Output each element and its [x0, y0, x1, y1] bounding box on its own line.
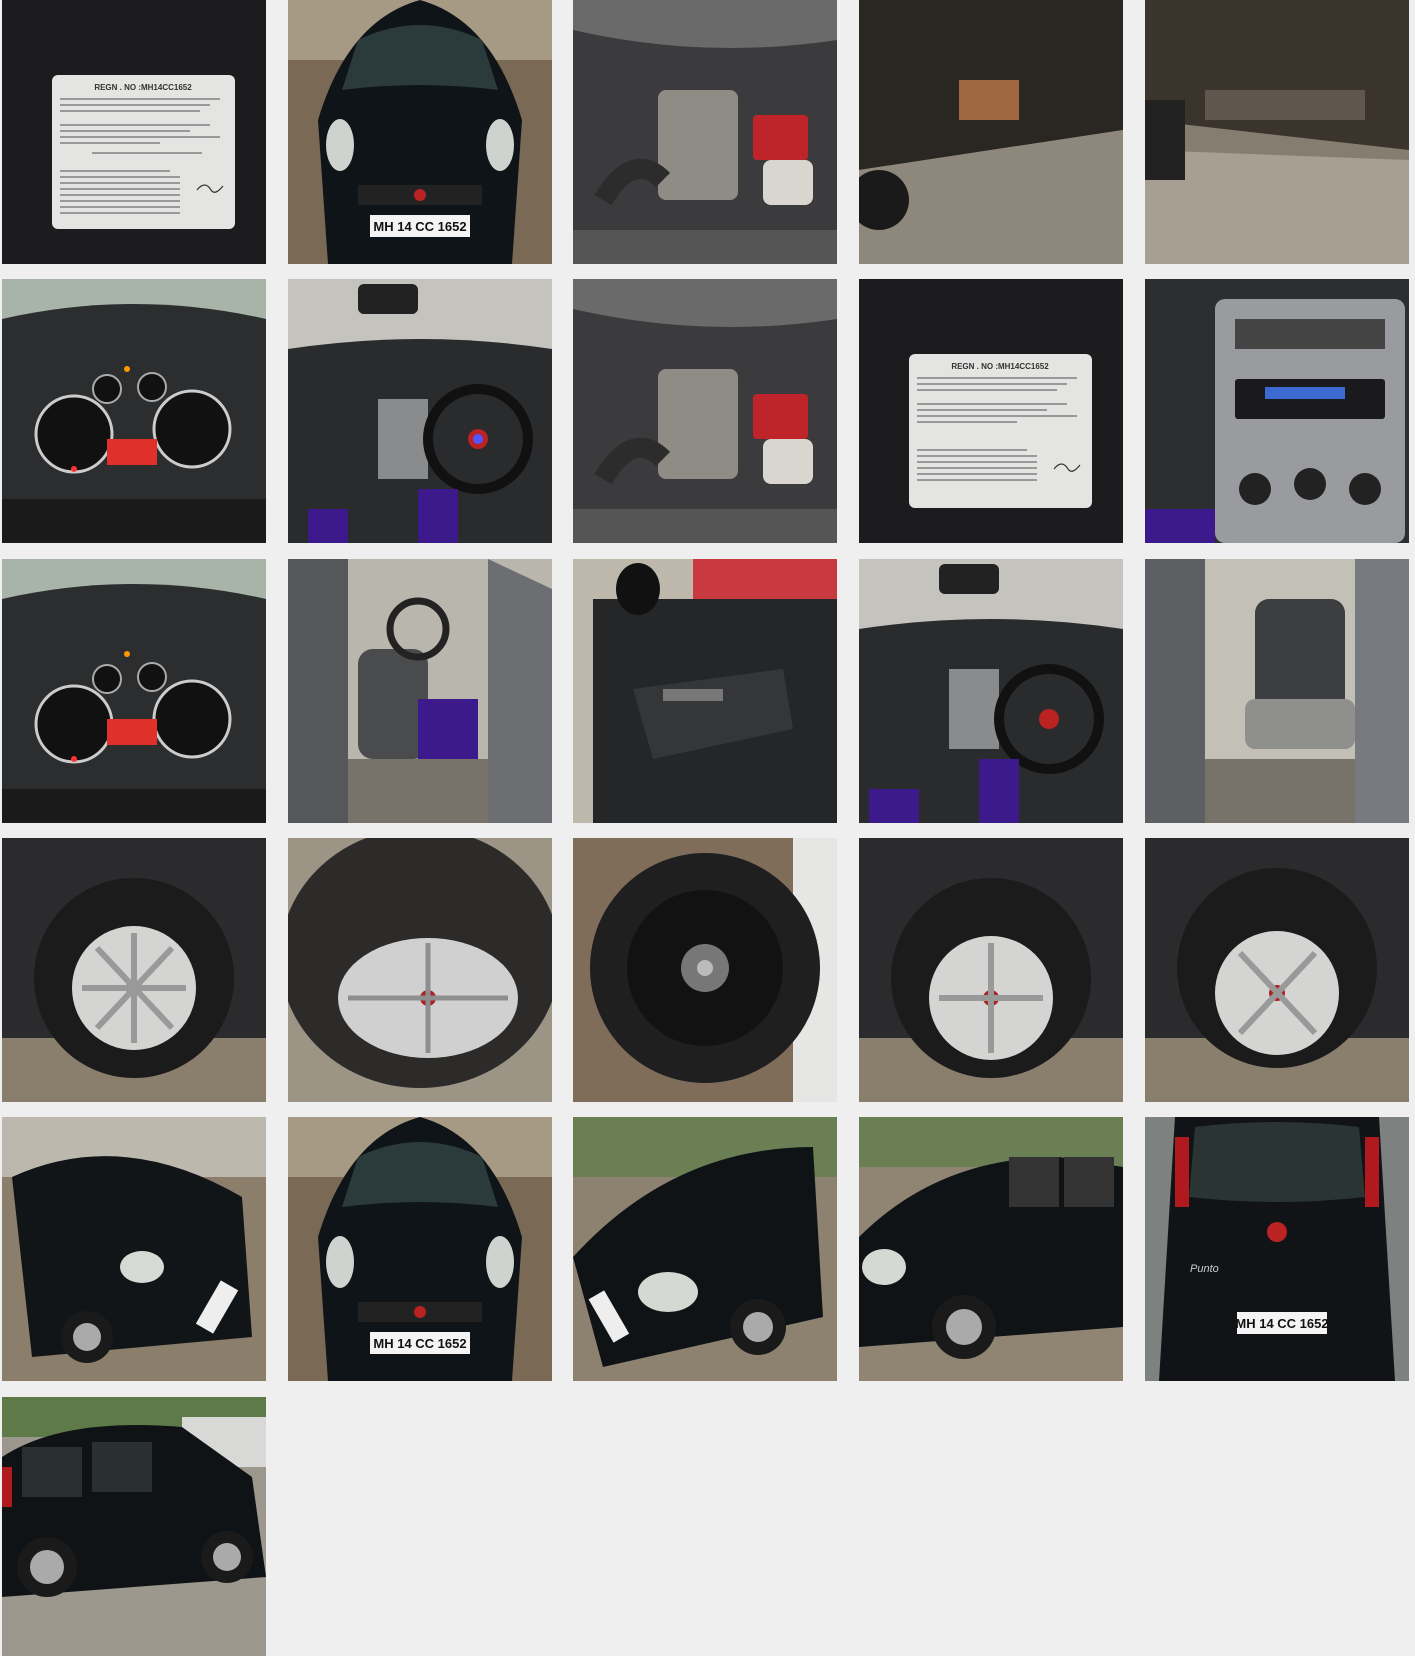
photo-registration-card-2[interactable]: REGN . NO :MH14CC1652 — [859, 279, 1123, 543]
photo-car-front-right[interactable] — [573, 1117, 837, 1381]
photo-car-side-rear[interactable] — [2, 1397, 266, 1656]
photo-instrument-cluster-2[interactable] — [2, 559, 266, 823]
photo-center-console[interactable] — [1145, 279, 1409, 543]
regn-title-2: REGN . NO :MH14CC1652 — [951, 362, 1049, 371]
photo-engine-bay-2[interactable] — [573, 279, 837, 543]
photo-car-front-left[interactable] — [2, 1117, 266, 1381]
photo-engine-bay[interactable] — [573, 0, 837, 264]
photo-instrument-cluster-1[interactable] — [2, 279, 266, 543]
photo-wheel-front-left[interactable] — [2, 838, 266, 1102]
photo-registration-card[interactable]: REGN . NO :MH14CC1652 — [2, 0, 266, 264]
photo-wheel-rear[interactable] — [1145, 838, 1409, 1102]
regn-title: REGN . NO :MH14CC1652 — [94, 83, 192, 92]
photo-spare-wheel[interactable] — [573, 838, 837, 1102]
photo-wheel-tyre-tread[interactable] — [288, 838, 552, 1102]
photo-gallery: REGN . NO :MH14CC1652 MH 14 CC 1652 REGN… — [0, 0, 1415, 1656]
photo-rear-seats[interactable] — [1145, 559, 1409, 823]
front-plate: MH 14 CC 1652 — [373, 219, 466, 234]
rear-plate: MH 14 CC 1652 — [1235, 1316, 1328, 1331]
photo-door-panel[interactable] — [573, 559, 837, 823]
photo-dashboard-2[interactable] — [859, 559, 1123, 823]
photo-car-rear[interactable]: Punto MH 14 CC 1652 — [1145, 1117, 1409, 1381]
photo-wheel-front-right[interactable] — [859, 838, 1123, 1102]
photo-underbody-1[interactable] — [859, 0, 1123, 264]
photo-dashboard-1[interactable] — [288, 279, 552, 543]
photo-car-side-front[interactable] — [859, 1117, 1123, 1381]
photo-driver-door-open[interactable] — [288, 559, 552, 823]
photo-car-front[interactable]: MH 14 CC 1652 — [288, 0, 552, 264]
photo-underbody-2[interactable] — [1145, 0, 1409, 264]
front-plate-2: MH 14 CC 1652 — [373, 1336, 466, 1351]
rear-badge: Punto — [1190, 1263, 1219, 1275]
photo-car-front-2[interactable]: MH 14 CC 1652 — [288, 1117, 552, 1381]
